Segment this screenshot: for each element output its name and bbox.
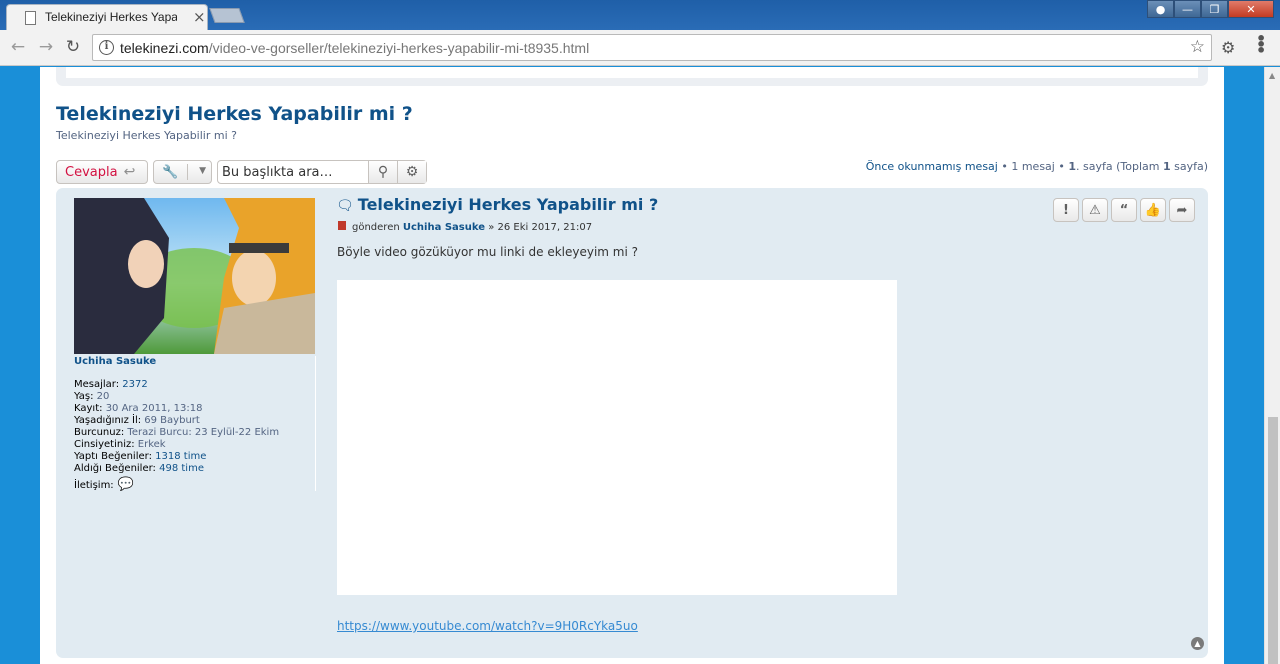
page-number: 1 bbox=[1068, 160, 1076, 173]
gear-icon[interactable]: ⚙ bbox=[397, 161, 426, 183]
search-input[interactable] bbox=[218, 161, 369, 183]
page-total: 1 bbox=[1162, 160, 1171, 173]
profile-contact: İletişim: 💬 bbox=[74, 477, 134, 492]
arrow-right-icon[interactable]: → bbox=[35, 36, 57, 58]
topic-search: ⚲ ⚙ bbox=[217, 160, 427, 184]
avatar[interactable] bbox=[74, 198, 315, 354]
pagination: Önce okunmamış mesaj • 1 mesaj • 1. sayf… bbox=[865, 160, 1208, 173]
youtube-link[interactable]: https://www.youtube.com/watch?v=9H0RcYka… bbox=[337, 619, 638, 633]
page-wrapper: Telekineziyi Herkes Yapabilir mi ? Telek… bbox=[40, 67, 1224, 664]
profile-row: Yaşadığınız İl: 69 Bayburt bbox=[74, 415, 200, 426]
url-text[interactable]: telekinezi.com/video-ve-gorseller/teleki… bbox=[120, 40, 589, 56]
page-icon bbox=[25, 11, 36, 25]
post-count: 1 mesaj bbox=[1011, 160, 1055, 173]
topic-tools-button[interactable]: 🔧 ▼ bbox=[153, 160, 212, 184]
wrench-icon: 🔧 bbox=[162, 164, 179, 180]
unread-link[interactable]: Önce okunmamış mesaj bbox=[866, 160, 998, 173]
topic-subtitle: Telekineziyi Herkes Yapabilir mi ? bbox=[56, 129, 237, 142]
file-icon[interactable] bbox=[338, 221, 346, 230]
warning-icon[interactable]: ⚠ bbox=[1082, 198, 1108, 222]
speech-bubble-icon[interactable]: 💬 bbox=[118, 477, 134, 492]
post-meta: gönderen Uchiha Sasuke » 26 Eki 2017, 21… bbox=[338, 221, 592, 233]
new-tab-button[interactable] bbox=[209, 8, 245, 23]
chevron-down-icon: ▼ bbox=[199, 166, 206, 176]
top-panel bbox=[56, 67, 1208, 86]
browser-toolbar: ← → ↻ i telekinezi.com/video-ve-gorselle… bbox=[0, 30, 1280, 66]
post: Uchiha Sasuke Mesajlar: 2372 Yaş: 20 Kay… bbox=[56, 188, 1208, 658]
browser-titlebar: Telekineziyi Herkes Yapabilir mi ? × ● —… bbox=[0, 0, 1280, 30]
scrollbar[interactable]: ▲ bbox=[1264, 67, 1280, 664]
video-embed[interactable] bbox=[337, 280, 897, 595]
post-buttons: ! ⚠ “ 👍 ➦ bbox=[1053, 198, 1198, 222]
reply-label: Cevapla bbox=[65, 164, 118, 180]
reply-icon: ↩ bbox=[123, 164, 136, 180]
profile-username[interactable]: Uchiha Sasuke bbox=[74, 356, 315, 367]
close-window-button[interactable]: ✕ bbox=[1228, 0, 1274, 18]
post-author[interactable]: Uchiha Sasuke bbox=[403, 222, 485, 233]
minimize-button[interactable]: — bbox=[1174, 0, 1201, 18]
extension-icon[interactable]: ⚙ bbox=[1221, 38, 1235, 57]
report-button[interactable]: ! bbox=[1053, 198, 1079, 222]
profile-row: Burcunuz: Terazi Burcu: 23 Eylül-22 Ekim bbox=[74, 427, 280, 438]
post-body: Böyle video gözüküyor mu linki de ekleye… bbox=[337, 245, 639, 259]
scroll-up-icon[interactable]: ▲ bbox=[1269, 71, 1275, 80]
profile-row: Cinsiyetiniz: Erkek bbox=[74, 439, 166, 450]
scrollbar-thumb[interactable] bbox=[1268, 417, 1278, 664]
back-to-top-icon[interactable]: ▲ bbox=[1191, 637, 1204, 650]
post-title[interactable]: 🗨 Telekineziyi Herkes Yapabilir mi ? bbox=[336, 195, 658, 214]
star-icon[interactable]: ☆ bbox=[1190, 37, 1205, 57]
user-icon[interactable]: ● bbox=[1147, 0, 1174, 18]
profile-row: Aldığı Beğeniler: 498 time bbox=[74, 463, 204, 474]
profile-row: Yaş: 20 bbox=[74, 391, 110, 402]
thumbs-up-icon[interactable]: 👍 bbox=[1140, 198, 1166, 222]
reply-button[interactable]: Cevapla ↩ bbox=[56, 160, 148, 184]
maximize-button[interactable]: ❐ bbox=[1201, 0, 1228, 18]
share-icon[interactable]: ➦ bbox=[1169, 198, 1195, 222]
reload-icon[interactable]: ↻ bbox=[62, 36, 84, 58]
user-profile: Uchiha Sasuke Mesajlar: 2372 Yaş: 20 Kay… bbox=[74, 356, 316, 491]
page-viewport: Telekineziyi Herkes Yapabilir mi ? Telek… bbox=[0, 67, 1264, 664]
topic-title[interactable]: Telekineziyi Herkes Yapabilir mi ? bbox=[56, 103, 413, 125]
profile-row: Mesajlar: 2372 bbox=[74, 379, 148, 390]
arrow-left-icon[interactable]: ← bbox=[7, 36, 29, 58]
profile-row: Kayıt: 30 Ara 2011, 13:18 bbox=[74, 403, 203, 414]
menu-icon[interactable]: • • • bbox=[1256, 31, 1266, 59]
speech-bubble-icon: 🗨 bbox=[336, 198, 354, 214]
quote-button[interactable]: “ bbox=[1111, 198, 1137, 222]
info-icon[interactable]: i bbox=[99, 40, 114, 55]
window-controls: ● — ❐ ✕ bbox=[1147, 0, 1274, 20]
search-icon[interactable]: ⚲ bbox=[368, 161, 397, 183]
tab-title: Telekineziyi Herkes Yapabilir mi ? bbox=[45, 10, 177, 24]
address-bar[interactable]: i telekinezi.com/video-ve-gorseller/tele… bbox=[92, 34, 1212, 61]
browser-tab[interactable]: Telekineziyi Herkes Yapabilir mi ? × bbox=[6, 4, 208, 30]
close-tab-icon[interactable]: × bbox=[193, 8, 206, 26]
profile-row: Yaptı Beğeniler: 1318 time bbox=[74, 451, 207, 462]
